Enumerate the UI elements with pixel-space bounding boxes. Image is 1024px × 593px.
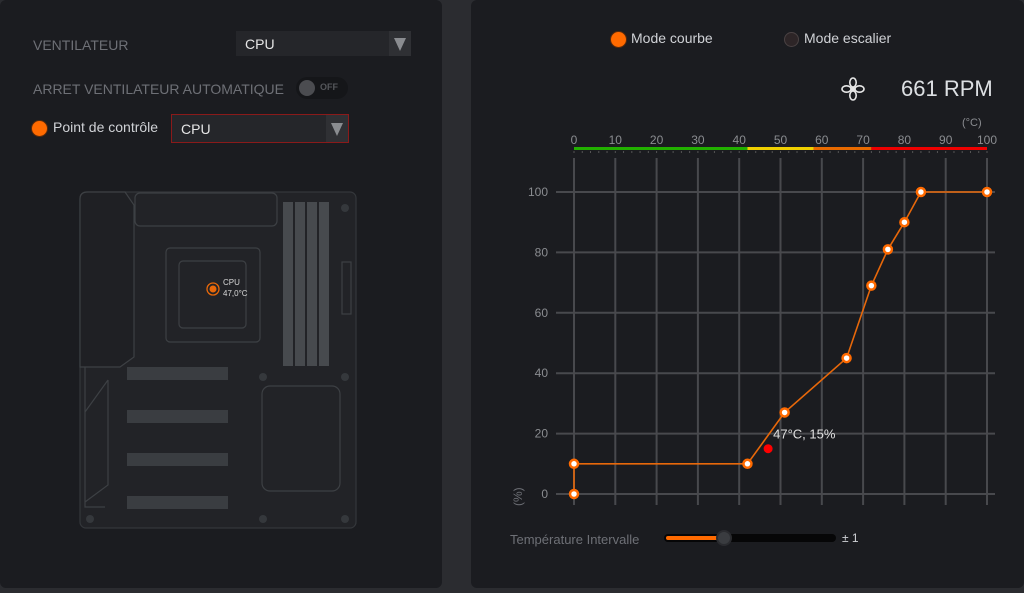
- fan-curve-chart[interactable]: 0 10 20 30 40 50 60 70 80 90 100 0 20 40 60 80 100 (°C) (%…: [0, 0, 1024, 593]
- temp-band: [871, 147, 987, 150]
- x-tick-label: 20: [650, 133, 664, 147]
- interval-value: ± 1: [842, 531, 859, 545]
- slider-fill: [666, 536, 723, 540]
- curve-point[interactable]: [915, 186, 927, 198]
- x-tick-label: 60: [815, 133, 829, 147]
- y-tick-label: 0: [541, 487, 548, 501]
- x-axis-label: (°C): [962, 117, 982, 129]
- curve-point[interactable]: [882, 244, 894, 255]
- x-tick-label: 50: [774, 133, 788, 147]
- curve-point[interactable]: [742, 458, 753, 470]
- y-tick-label: 20: [535, 427, 549, 441]
- y-tick-label: 100: [528, 185, 548, 199]
- x-tick-label: 0: [571, 133, 578, 147]
- curve-point[interactable]: [841, 352, 852, 364]
- curve-point[interactable]: [779, 407, 790, 418]
- temp-band: [747, 147, 814, 150]
- x-tick-label: 70: [856, 133, 870, 147]
- x-tick-label: 100: [977, 133, 997, 147]
- interval-slider[interactable]: [664, 530, 836, 546]
- interval-label: Température Intervalle: [510, 532, 640, 547]
- temp-band: [813, 147, 872, 150]
- y-tick-label: 40: [535, 366, 549, 380]
- y-axis-label: (%): [511, 487, 525, 506]
- current-point-label: 47°C, 15%: [773, 427, 836, 442]
- x-tick-label: 80: [898, 133, 912, 147]
- temp-band: [574, 147, 748, 150]
- curve-point[interactable]: [568, 458, 580, 470]
- curve-point[interactable]: [866, 280, 877, 291]
- x-tick-label: 30: [691, 133, 705, 147]
- x-tick-label: 90: [939, 133, 953, 147]
- current-point: [763, 444, 773, 454]
- x-tick-label: 40: [733, 133, 747, 147]
- curve-point[interactable]: [981, 186, 993, 198]
- y-tick-label: 80: [535, 245, 549, 259]
- x-tick-label: 10: [609, 133, 623, 147]
- y-tick-label: 60: [535, 306, 549, 320]
- curve-point[interactable]: [568, 488, 580, 500]
- curve-point[interactable]: [899, 216, 910, 228]
